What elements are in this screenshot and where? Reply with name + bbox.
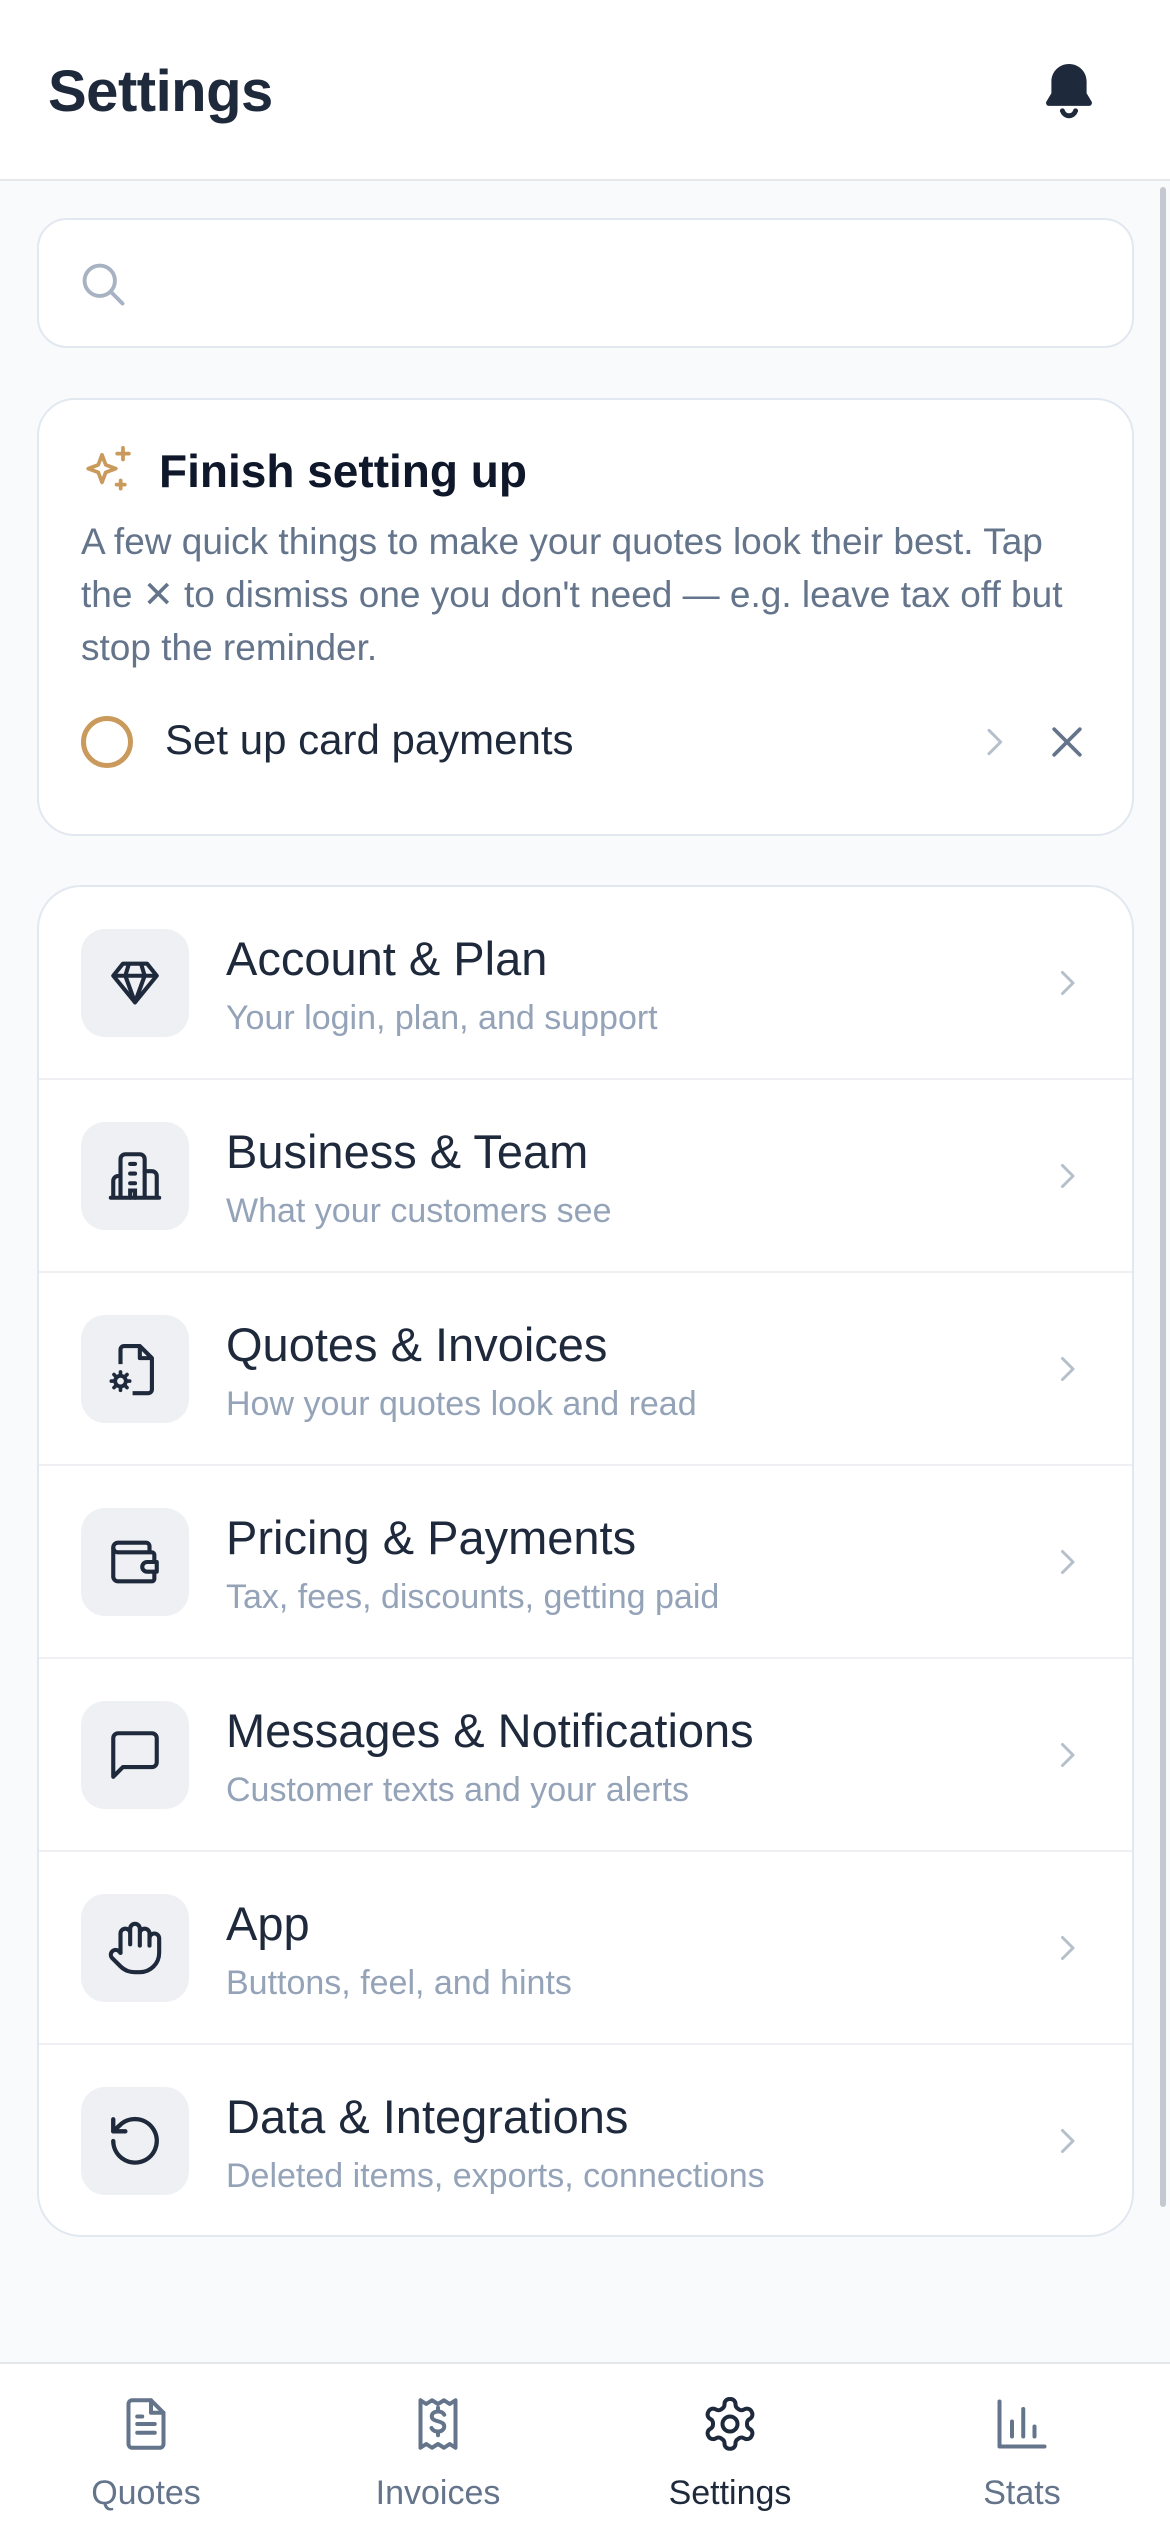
message-icon: [111, 1731, 159, 1779]
bottom-tab-bar: Quotes Invoices Settings Stats: [0, 2362, 1170, 2532]
item-subtitle: What your customers see: [226, 1192, 612, 1230]
item-title: Account & Plan: [226, 932, 548, 985]
item-icon-box: [81, 929, 189, 1037]
settings-list: Account & Plan Your login, plan, and sup…: [37, 885, 1134, 2237]
diamond-icon: [111, 961, 159, 1005]
document-icon: [126, 2398, 166, 2450]
item-title: App: [226, 1897, 310, 1950]
chevron-right-icon: [1061, 1550, 1075, 1574]
chevron-right-icon: [1061, 971, 1075, 995]
receipt-icon: [418, 2398, 458, 2450]
app-header: Settings: [0, 0, 1170, 181]
item-subtitle: How your quotes look and read: [226, 1385, 697, 1423]
search-icon: [82, 263, 125, 306]
chevron-right-icon[interactable]: [974, 722, 1014, 762]
settings-item-pricing-payments[interactable]: Pricing & Payments Tax, fees, discounts,…: [39, 1466, 1132, 1659]
tab-label: Invoices: [375, 2474, 501, 2512]
tab-label: Stats: [983, 2474, 1061, 2512]
tab-label: Settings: [668, 2474, 792, 2512]
settings-screen: Settings Finish setting up A few quick t…: [0, 0, 1170, 2532]
item-title: Data & Integrations: [226, 2090, 629, 2143]
settings-item-quotes-invoices[interactable]: Quotes & Invoices How your quotes look a…: [39, 1273, 1132, 1466]
item-subtitle: Deleted items, exports, connections: [226, 2157, 765, 2195]
task-status-circle[interactable]: [81, 716, 133, 768]
tab-stats[interactable]: Stats: [876, 2364, 1168, 2532]
item-title: Business & Team: [226, 1125, 589, 1178]
finish-setup-card: Finish setting up A few quick things to …: [37, 398, 1134, 836]
bar-chart-icon: [997, 2399, 1047, 2449]
sparkle-icon: [86, 445, 131, 491]
chevron-right-icon: [1061, 1936, 1075, 1960]
tab-label: Quotes: [91, 2474, 201, 2512]
setup-task-card-payments[interactable]: Set up card payments: [39, 700, 1136, 800]
item-icon-box: [81, 1701, 189, 1809]
item-icon-box: [81, 1122, 189, 1230]
page-title: Settings: [48, 59, 273, 124]
history-icon: [111, 2116, 159, 2165]
file-gear-icon: [109, 1343, 154, 1396]
item-icon-box: [81, 1315, 189, 1423]
chevron-right-icon: [1061, 1743, 1075, 1767]
gear-icon: [705, 2397, 755, 2451]
task-label: Set up card payments: [165, 716, 574, 763]
hand-icon: [108, 1921, 162, 1975]
settings-item-data-integrations[interactable]: Data & Integrations Deleted items, expor…: [39, 2045, 1132, 2235]
bell-icon[interactable]: [1036, 58, 1102, 124]
item-title: Messages & Notifications: [226, 1704, 754, 1757]
settings-item-account-plan[interactable]: Account & Plan Your login, plan, and sup…: [39, 887, 1132, 1080]
item-subtitle: Tax, fees, discounts, getting paid: [226, 1578, 720, 1616]
setup-title: Finish setting up: [159, 445, 527, 497]
setup-description: A few quick things to make your quotes l…: [81, 521, 1063, 668]
item-subtitle: Customer texts and your alerts: [226, 1771, 689, 1809]
wallet-icon: [111, 1540, 159, 1584]
dismiss-task-close-icon[interactable]: [1045, 720, 1089, 764]
settings-item-messages-notifications[interactable]: Messages & Notifications Customer texts …: [39, 1659, 1132, 1852]
item-icon-box: [81, 1894, 189, 2002]
search-bar[interactable]: [37, 218, 1134, 348]
tab-settings[interactable]: Settings: [584, 2364, 876, 2532]
item-title: Quotes & Invoices: [226, 1318, 608, 1371]
item-title: Pricing & Payments: [226, 1511, 637, 1564]
item-subtitle: Your login, plan, and support: [226, 999, 658, 1037]
settings-item-business-team[interactable]: Business & Team What your customers see: [39, 1080, 1132, 1273]
scrollbar[interactable]: [1160, 187, 1166, 2207]
item-icon-box: [81, 2087, 189, 2195]
tab-invoices[interactable]: Invoices: [292, 2364, 584, 2532]
building-icon: [108, 1152, 162, 1200]
settings-item-app[interactable]: App Buttons, feel, and hints: [39, 1852, 1132, 2045]
tab-quotes[interactable]: Quotes: [0, 2364, 292, 2532]
chevron-right-icon: [1061, 1357, 1075, 1381]
item-subtitle: Buttons, feel, and hints: [226, 1964, 572, 2002]
chevron-right-icon: [1061, 1164, 1075, 1188]
search-input[interactable]: [149, 250, 1109, 320]
item-icon-box: [81, 1508, 189, 1616]
chevron-right-icon: [1061, 2129, 1075, 2153]
